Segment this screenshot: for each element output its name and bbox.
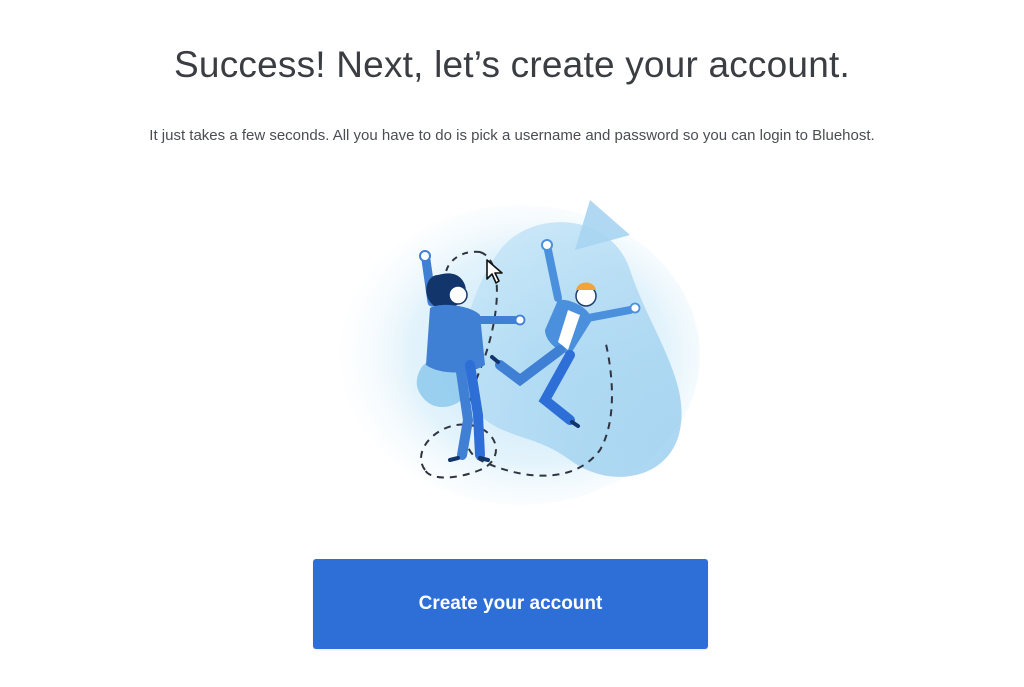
create-account-button[interactable]: Create your account bbox=[313, 559, 708, 649]
page-subtitle: It just takes a few seconds. All you hav… bbox=[149, 127, 875, 144]
page-title: Success! Next, let’s create your account… bbox=[174, 44, 850, 85]
page: Success! Next, let’s create your account… bbox=[0, 0, 1024, 687]
mouse-pointer-icon bbox=[486, 259, 503, 284]
celebrating-people-illustration bbox=[330, 190, 710, 520]
